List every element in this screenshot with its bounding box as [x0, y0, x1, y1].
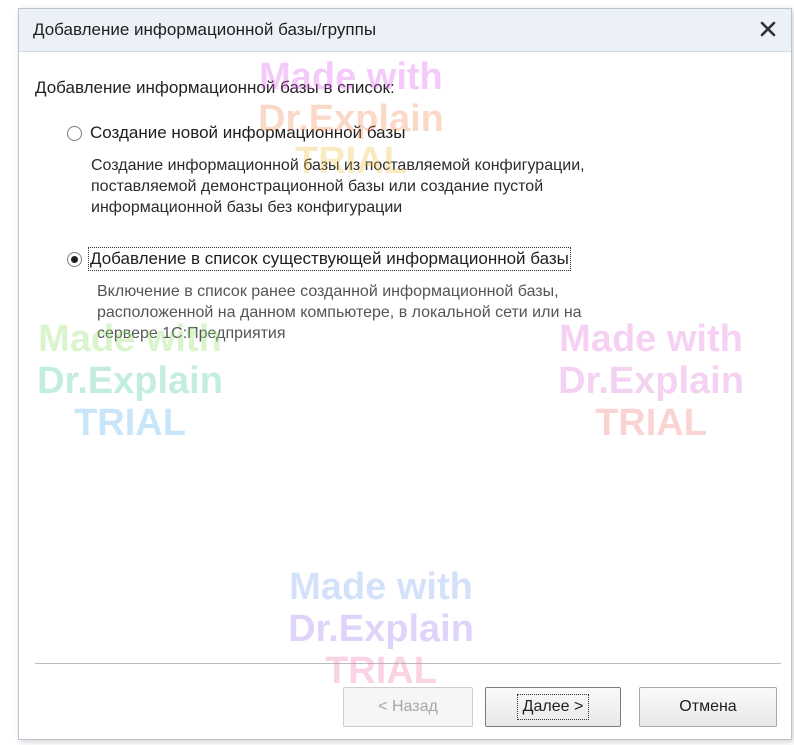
- add-infobase-dialog: Добавление информационной базы/группы До…: [18, 8, 792, 740]
- description-line: Включение в список ранее созданной инфор…: [97, 283, 559, 300]
- dialog-content: Добавление информационной базы в список:…: [19, 51, 791, 739]
- option-add-existing[interactable]: Добавление в список существующей информа…: [67, 247, 571, 271]
- title-bar: Добавление информационной базы/группы: [19, 9, 791, 52]
- description-line: поставляемой демонстрационной базы или с…: [91, 178, 544, 195]
- description-line: Создание информационной базы из поставля…: [91, 157, 585, 174]
- intro-label: Добавление информационной базы в список:: [35, 78, 395, 97]
- radio-add-existing[interactable]: [67, 251, 82, 267]
- description-line: расположенной на данном компьютере, в ло…: [97, 304, 582, 321]
- option-add-existing-description: Включение в список ранее созданной инфор…: [97, 281, 582, 344]
- description-line: информационной базы без конфигурации: [91, 199, 403, 216]
- cancel-button[interactable]: Отмена: [639, 687, 777, 727]
- option-create-new-label[interactable]: Создание новой информационной базы: [90, 123, 405, 143]
- description-line: сервере 1С:Предприятия: [97, 325, 286, 342]
- close-button[interactable]: [755, 15, 781, 43]
- radio-create-new[interactable]: [67, 125, 82, 141]
- close-icon: [760, 21, 776, 37]
- dialog-title: Добавление информационной базы/группы: [33, 20, 377, 39]
- back-button[interactable]: < Назад: [343, 687, 473, 727]
- next-button-label: Далее >: [516, 694, 590, 720]
- next-button[interactable]: Далее >: [485, 687, 621, 727]
- option-create-new-description: Создание информационной базы из поставля…: [91, 155, 585, 218]
- footer-divider: [35, 663, 781, 664]
- option-create-new[interactable]: Создание новой информационной базы: [67, 123, 405, 143]
- option-add-existing-label[interactable]: Добавление в список существующей информа…: [88, 247, 571, 271]
